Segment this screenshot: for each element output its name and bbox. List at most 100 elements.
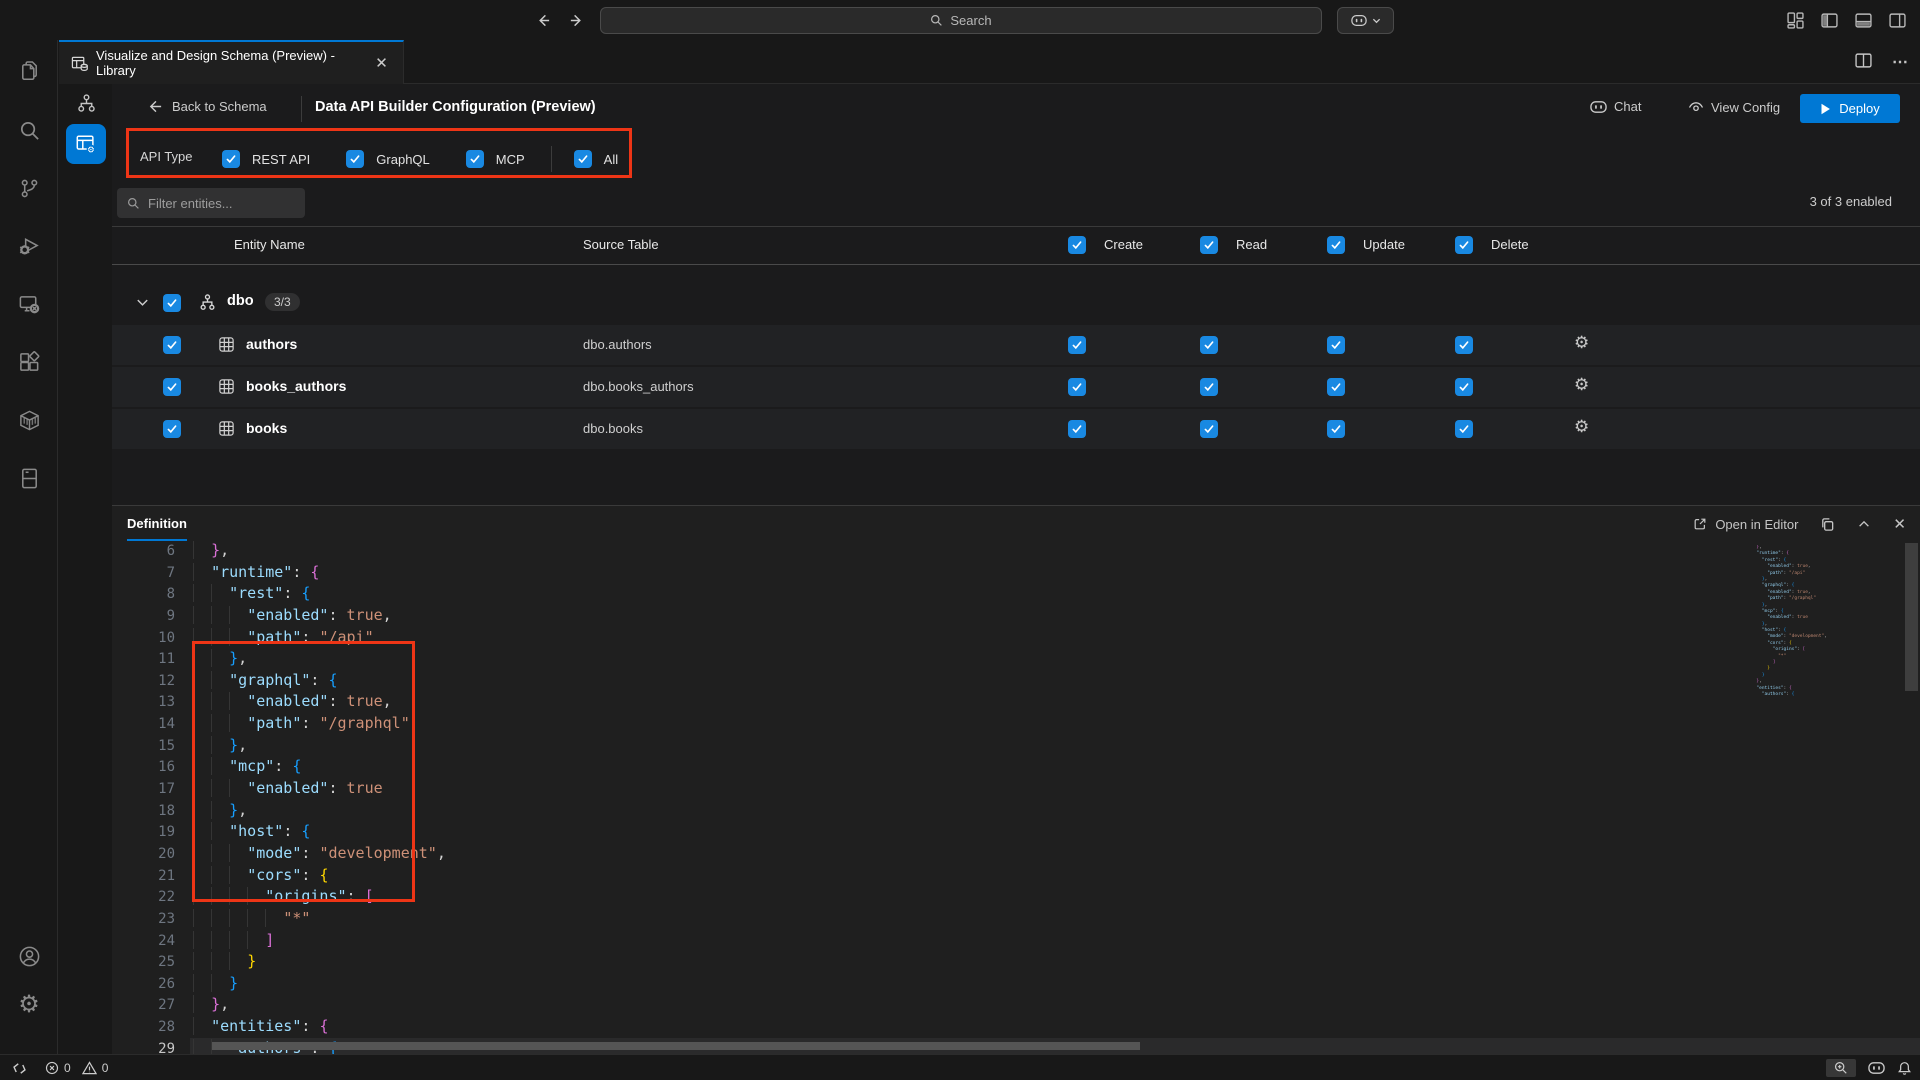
toggle-primary-sidebar-icon[interactable] xyxy=(1821,12,1838,28)
extensions-icon[interactable] xyxy=(0,338,58,386)
database-projects-icon[interactable] xyxy=(0,454,58,502)
split-editor-icon[interactable] xyxy=(1855,52,1872,72)
source-table: dbo.books_authors xyxy=(583,379,694,394)
error-icon xyxy=(45,1061,59,1075)
read-checkbox[interactable] xyxy=(1200,420,1218,438)
create-checkbox[interactable] xyxy=(1068,336,1086,354)
line-number: 15 xyxy=(112,736,175,758)
update-all-checkbox-box[interactable] xyxy=(1327,236,1345,254)
open-in-editor-button[interactable]: Open in Editor xyxy=(1693,517,1798,532)
copy-icon[interactable] xyxy=(1820,517,1835,532)
col-delete: Delete xyxy=(1491,237,1529,252)
search-view-icon[interactable] xyxy=(0,106,58,154)
nav-forward-icon[interactable] xyxy=(564,8,588,32)
explorer-icon[interactable] xyxy=(0,48,58,96)
settings-gear-icon[interactable]: ⚙ xyxy=(0,980,58,1028)
create-checkbox[interactable] xyxy=(1068,420,1086,438)
definition-tab[interactable]: Definition xyxy=(127,516,187,541)
source-table: dbo.authors xyxy=(583,337,652,352)
update-checkbox[interactable] xyxy=(1327,336,1345,354)
delete-all-checkbox-box[interactable] xyxy=(1455,236,1473,254)
api-type-row: API Type REST APIGraphQLMCPAll xyxy=(112,134,1920,182)
delete-all-checkbox[interactable] xyxy=(1455,236,1473,256)
api-option-rest-api-checkbox[interactable] xyxy=(222,150,240,168)
delete-checkbox[interactable] xyxy=(1455,420,1473,438)
update-checkbox[interactable] xyxy=(1327,420,1345,438)
deploy-button[interactable]: Deploy xyxy=(1800,94,1900,123)
tab-visualize-schema[interactable]: Visualize and Design Schema (Preview) - … xyxy=(59,40,404,84)
customize-layout-icon[interactable] xyxy=(1787,12,1804,28)
create-checkbox[interactable] xyxy=(1068,378,1086,396)
problems-indicator[interactable]: 0 0 xyxy=(45,1061,108,1075)
api-option-mcp-checkbox[interactable] xyxy=(466,150,484,168)
containers-icon[interactable] xyxy=(0,396,58,444)
read-all-checkbox[interactable] xyxy=(1200,236,1218,256)
back-to-schema-button[interactable]: Back to Schema xyxy=(148,99,267,114)
create-all-checkbox-box[interactable] xyxy=(1068,236,1086,254)
entity-name: books xyxy=(246,420,287,436)
remote-indicator-icon[interactable] xyxy=(12,1061,27,1076)
row-select-checkbox[interactable] xyxy=(163,336,181,354)
nav-back-icon[interactable] xyxy=(531,8,555,32)
code-line-16: 16 "mcp": { xyxy=(112,756,1920,778)
table-designer-button[interactable]: ⚙ xyxy=(66,124,106,164)
code-line-20: 20 "mode": "development", xyxy=(112,843,1920,865)
remote-explorer-icon[interactable] xyxy=(0,280,58,328)
chevron-down-icon[interactable] xyxy=(135,295,150,310)
view-config-button[interactable]: View Config xyxy=(1688,99,1780,115)
create-all-checkbox[interactable] xyxy=(1068,236,1086,256)
horizontal-scrollbar[interactable] xyxy=(212,1042,1140,1050)
copilot-menu-button[interactable] xyxy=(1337,7,1394,34)
update-all-checkbox[interactable] xyxy=(1327,236,1345,256)
line-number: 16 xyxy=(112,757,175,779)
row-select-checkbox[interactable] xyxy=(163,378,181,396)
delete-checkbox[interactable] xyxy=(1455,378,1473,396)
row-select-checkbox[interactable] xyxy=(163,420,181,438)
toggle-secondary-sidebar-icon[interactable] xyxy=(1889,12,1906,28)
more-actions-icon[interactable]: ⋯ xyxy=(1892,52,1910,72)
table-header-row: Entity Name Source Table Create Read Upd… xyxy=(112,227,1920,264)
read-checkbox[interactable] xyxy=(1200,378,1218,396)
api-option-graphql-checkbox[interactable] xyxy=(346,150,364,168)
tab-close-icon[interactable]: ✕ xyxy=(372,53,391,73)
accounts-icon[interactable] xyxy=(0,932,58,980)
code-line-6: 6 }, xyxy=(112,540,1920,562)
schema-diagram-icon[interactable] xyxy=(72,89,100,117)
vertical-scrollbar[interactable] xyxy=(1905,543,1918,691)
code-editor[interactable]: 6 },7 "runtime": {8 "rest": {9 "enabled"… xyxy=(112,540,1920,1054)
chat-button[interactable]: Chat xyxy=(1590,99,1641,114)
chat-label: Chat xyxy=(1614,99,1641,114)
table-row-authors[interactable]: authorsdbo.authors⚙ xyxy=(112,325,1920,365)
api-options-separator xyxy=(551,146,552,172)
group-checkbox[interactable] xyxy=(163,294,181,314)
minimap[interactable]: }, "runtime": { "rest": { "enabled": tru… xyxy=(1751,545,1847,698)
source-control-icon[interactable] xyxy=(0,164,58,212)
open-in-editor-label: Open in Editor xyxy=(1715,517,1798,532)
api-option-all-checkbox[interactable] xyxy=(574,150,592,168)
open-external-icon xyxy=(1693,517,1707,531)
command-center-search[interactable]: Search xyxy=(600,7,1322,34)
notifications-bell-icon[interactable] xyxy=(1897,1061,1912,1076)
filter-entities-input[interactable]: Filter entities... xyxy=(117,188,305,218)
toggle-panel-icon[interactable] xyxy=(1855,12,1872,28)
run-debug-icon[interactable] xyxy=(0,222,58,270)
zoom-status-icon[interactable] xyxy=(1826,1059,1856,1077)
collapse-panel-icon[interactable] xyxy=(1857,517,1871,531)
line-number: 21 xyxy=(112,866,175,888)
row-settings-gear-icon[interactable]: ⚙ xyxy=(1574,333,1589,353)
view-config-label: View Config xyxy=(1711,100,1780,115)
read-all-checkbox-box[interactable] xyxy=(1200,236,1218,254)
update-checkbox[interactable] xyxy=(1327,378,1345,396)
table-row-books_authors[interactable]: books_authorsdbo.books_authors⚙ xyxy=(112,367,1920,407)
copilot-status-icon[interactable] xyxy=(1868,1061,1885,1075)
row-settings-gear-icon[interactable]: ⚙ xyxy=(1574,375,1589,395)
group-checkbox-box[interactable] xyxy=(163,294,181,312)
table-row-books[interactable]: booksdbo.books⚙ xyxy=(112,409,1920,449)
delete-checkbox[interactable] xyxy=(1455,336,1473,354)
read-checkbox[interactable] xyxy=(1200,336,1218,354)
line-number: 9 xyxy=(112,606,175,628)
tab-title: Visualize and Design Schema (Preview) - … xyxy=(96,48,364,78)
close-panel-icon[interactable]: ✕ xyxy=(1893,515,1906,533)
schema-group-row[interactable]: dbo 3/3 xyxy=(112,282,1920,324)
row-settings-gear-icon[interactable]: ⚙ xyxy=(1574,417,1589,437)
